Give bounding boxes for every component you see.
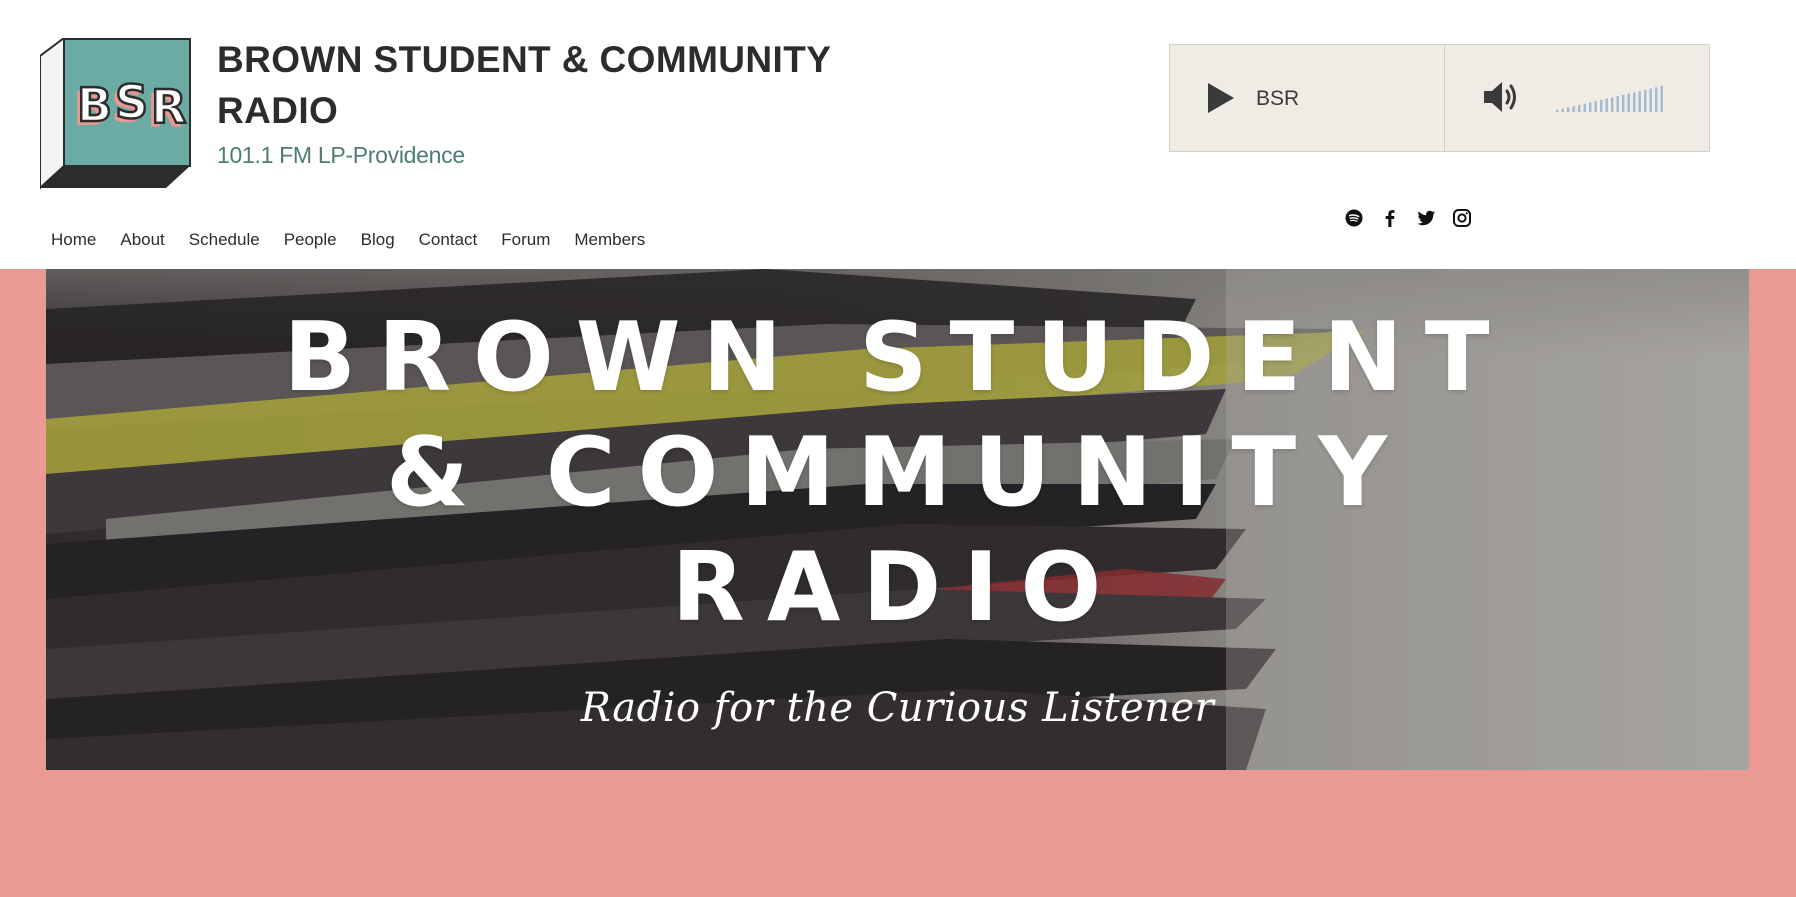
volume-slider[interactable]	[1554, 85, 1666, 113]
volume-bar-segment	[1589, 102, 1592, 112]
player-divider	[1444, 45, 1445, 151]
nav-item-members[interactable]: Members	[574, 230, 645, 250]
site-logo[interactable]: B S R B S R	[40, 38, 192, 190]
volume-bar-segment	[1578, 104, 1581, 112]
volume-bar-segment	[1561, 108, 1564, 112]
volume-bar-segment	[1655, 87, 1658, 112]
volume-bar-segment	[1605, 98, 1608, 112]
volume-bar-segment	[1600, 99, 1603, 112]
instagram-link[interactable]	[1450, 206, 1474, 230]
volume-bar-segment	[1572, 106, 1575, 112]
volume-bar-segment	[1616, 96, 1619, 112]
svg-text:B: B	[77, 78, 112, 132]
volume-bar-segment	[1622, 94, 1625, 112]
twitter-icon	[1417, 210, 1435, 226]
nav-item-people[interactable]: People	[284, 230, 337, 250]
radio-player: BSR	[1169, 44, 1710, 152]
nav-item-schedule[interactable]: Schedule	[189, 230, 260, 250]
nav-item-contact[interactable]: Contact	[419, 230, 478, 250]
volume-level-bars	[1556, 86, 1663, 112]
volume-bar-segment	[1633, 92, 1636, 112]
hero-title: BROWN STUDENT & COMMUNITY RADIO	[46, 301, 1749, 646]
nav-item-forum[interactable]: Forum	[501, 230, 550, 250]
spotify-link[interactable]	[1342, 206, 1366, 230]
svg-text:S: S	[115, 75, 148, 129]
site-subtitle: 101.1 FM LP-Providence	[217, 142, 465, 168]
volume-bar-segment	[1611, 97, 1614, 112]
volume-bar-segment	[1638, 91, 1641, 112]
volume-bar-segment	[1583, 103, 1586, 112]
hero-tagline: Radio for the Curious Listener	[580, 685, 1215, 731]
main-nav: Home About Schedule People Blog Contact …	[51, 230, 669, 250]
station-name: BSR	[1256, 87, 1300, 110]
volume-bar-segment	[1567, 107, 1570, 112]
social-links	[1342, 206, 1474, 230]
facebook-icon	[1385, 210, 1395, 227]
play-icon	[1208, 83, 1234, 113]
nav-item-blog[interactable]: Blog	[361, 230, 395, 250]
volume-bar-segment	[1594, 101, 1597, 112]
instagram-icon	[1453, 209, 1471, 227]
volume-bar-segment	[1556, 110, 1559, 112]
hero-title-line-2: & COMMUNITY	[385, 418, 1410, 528]
play-button[interactable]	[1206, 81, 1236, 115]
mute-button[interactable]	[1482, 78, 1522, 116]
volume-bar-segment	[1627, 93, 1630, 112]
volume-bar-segment	[1644, 89, 1647, 112]
volume-bar-segment	[1660, 86, 1663, 112]
spotify-icon	[1345, 209, 1363, 227]
volume-bar-segment	[1649, 88, 1652, 112]
nav-item-home[interactable]: Home	[51, 230, 96, 250]
twitter-link[interactable]	[1414, 206, 1438, 230]
facebook-link[interactable]	[1378, 206, 1402, 230]
hero-title-line-1: BROWN STUDENT	[283, 303, 1512, 413]
hero-banner: BROWN STUDENT & COMMUNITY RADIO Radio fo…	[46, 269, 1749, 770]
nav-item-about[interactable]: About	[120, 230, 164, 250]
svg-text:R: R	[151, 80, 186, 134]
volume-icon	[1484, 82, 1516, 112]
bsr-logo-icon: B S R B S R	[40, 38, 191, 190]
hero-title-line-3: RADIO	[671, 533, 1124, 643]
site-title[interactable]: BROWN STUDENT & COMMUNITY RADIO	[217, 34, 857, 136]
